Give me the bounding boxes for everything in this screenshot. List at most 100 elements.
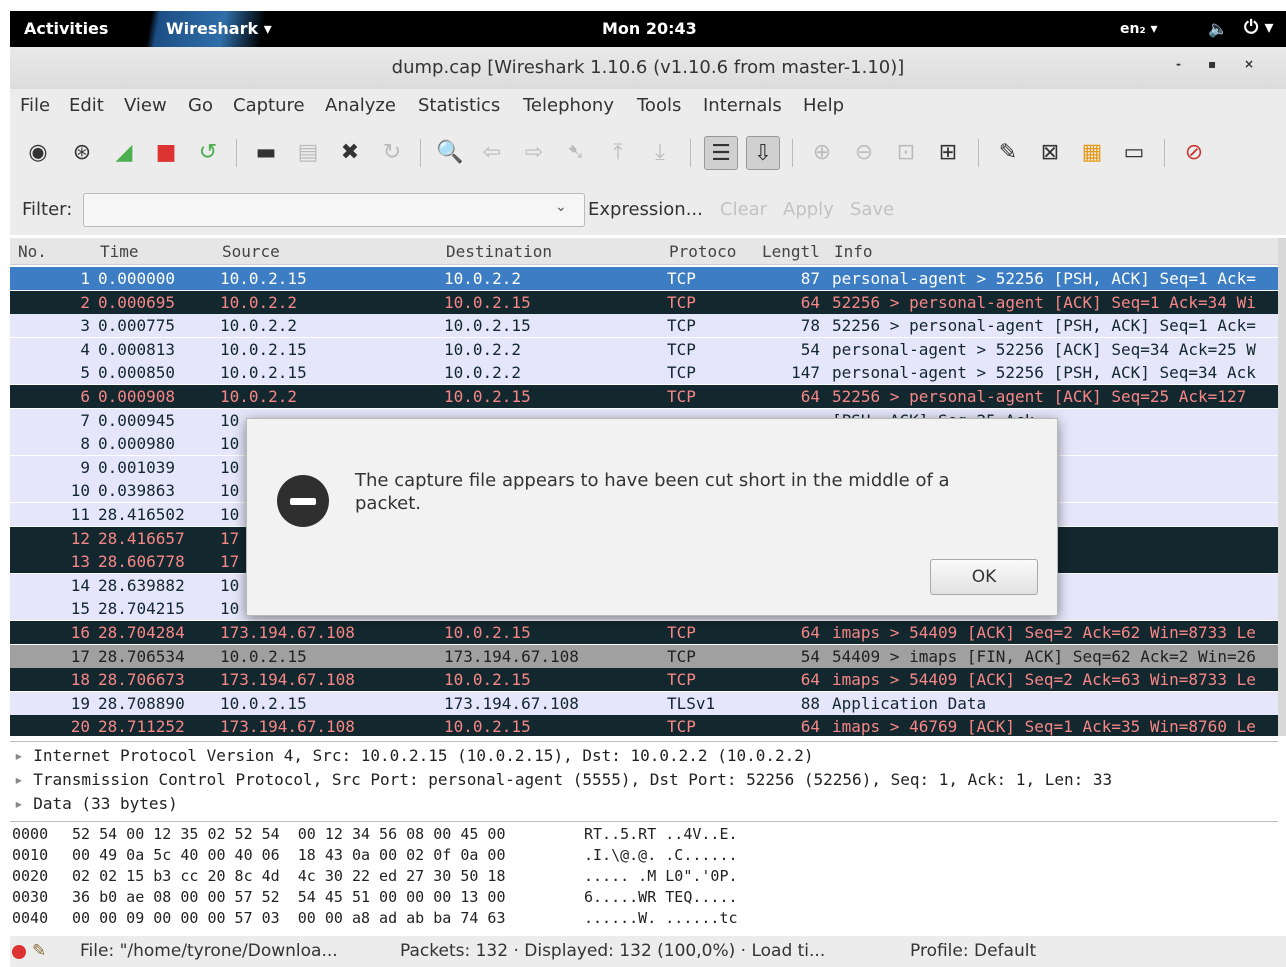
status-profile[interactable]: Profile: Default [910, 941, 1036, 961]
toolbar-separator [1164, 139, 1165, 167]
packet-row[interactable]: 4 0.000813 10.0.2.15 10.0.2.2 TCP 54 personal-… [10, 337, 1278, 361]
packet-row[interactable]: 18 28.706673 173.194.67.108 10.0.2.15 TCP 64 i… [10, 668, 1278, 692]
coloring-rules-icon[interactable]: ▦ [1076, 136, 1108, 168]
auto-scroll-icon[interactable]: ⇩ [746, 136, 780, 170]
go-forward-icon[interactable]: ⇨ [518, 136, 550, 168]
close-button[interactable]: × [1244, 57, 1254, 71]
zoom-in-icon[interactable]: ⊕ [806, 136, 838, 168]
packet-row[interactable]: 6 0.000908 10.0.2.2 10.0.2.15 TCP 64 52256 > p… [10, 385, 1278, 408]
hex-offset: 0020 [12, 867, 49, 885]
column-header-length[interactable]: Lengtl [762, 242, 820, 261]
app-menu-button[interactable]: Wireshark ▾ [144, 11, 274, 47]
packet-row[interactable]: 1 0.000000 10.0.2.15 10.0.2.2 TCP 87 personal-… [10, 267, 1278, 290]
column-header-protocol[interactable]: Protoco [669, 242, 736, 261]
resize-columns-icon[interactable]: ⊞ [932, 136, 964, 168]
hex-row[interactable]: 0020 02 02 15 b3 cc 20 8c 4d 4c 30 22 ed … [12, 867, 1272, 889]
expert-info-icon[interactable] [12, 945, 26, 959]
packet-row[interactable]: 5 0.000850 10.0.2.15 10.0.2.2 TCP 147 personal… [10, 361, 1278, 385]
close-file-icon[interactable]: ✖ [334, 136, 366, 168]
display-filters-icon[interactable]: ⊠ [1034, 136, 1066, 168]
help-icon[interactable]: ⊘ [1178, 136, 1210, 168]
packet-row[interactable]: 20 28.711252 173.194.67.108 10.0.2.15 TCP 64 i… [10, 715, 1278, 736]
save-file-icon[interactable]: ▤ [292, 136, 324, 168]
column-header-time[interactable]: Time [100, 242, 139, 261]
go-last-packet-icon[interactable]: ⤓ [644, 136, 676, 168]
clock[interactable]: Mon 20:43 [602, 19, 697, 38]
go-back-icon[interactable]: ⇦ [476, 136, 508, 168]
menu-tools[interactable]: Tools [637, 95, 681, 116]
menu-capture[interactable]: Capture [233, 95, 305, 116]
toolbar-separator [690, 139, 691, 167]
packet-bytes-pane[interactable]: 0000 52 54 00 12 35 02 52 54 00 12 34 56 … [10, 821, 1278, 934]
go-first-packet-icon[interactable]: ⤒ [602, 136, 634, 168]
menu-internals[interactable]: Internals [703, 95, 782, 116]
go-to-packet-icon[interactable]: ➷ [560, 136, 592, 168]
activities-button[interactable]: Activities [24, 19, 108, 38]
start-capture-icon[interactable]: ◢ [108, 136, 140, 168]
find-packet-icon[interactable]: 🔍 [434, 136, 466, 168]
column-header-info[interactable]: Info [834, 242, 873, 261]
menu-telephony[interactable]: Telephony [523, 95, 614, 116]
menu-analyze[interactable]: Analyze [325, 95, 396, 116]
maximize-button[interactable]: ▪ [1208, 57, 1216, 71]
power-icon[interactable]: ⏻ ▾ [1244, 17, 1274, 38]
volume-icon[interactable]: 🔈 [1208, 19, 1228, 38]
packet-details-pane[interactable]: ▸ Internet Protocol Version 4, Src: 10.0… [10, 741, 1278, 818]
packet-row[interactable]: 2 0.000695 10.0.2.2 10.0.2.15 TCP 64 52256 > p… [10, 290, 1278, 314]
cell-time: 0.039863 [98, 481, 176, 501]
packet-row[interactable]: 16 28.704284 173.194.67.108 10.0.2.15 TCP 64 i… [10, 621, 1278, 644]
cell-no: 17 [70, 646, 90, 666]
capture-options-icon[interactable]: ⊛ [66, 136, 98, 168]
cell-time: 28.416502 [98, 505, 185, 524]
menu-edit[interactable]: Edit [69, 95, 104, 116]
open-file-icon[interactable]: ▬ [250, 136, 282, 168]
column-header-destination[interactable]: Destination [446, 242, 552, 261]
capture-filters-icon[interactable]: ✎ [992, 136, 1024, 168]
hex-row[interactable]: 0030 36 b0 ae 08 00 00 57 52 54 45 51 00 … [12, 888, 1272, 910]
restart-capture-icon[interactable]: ↺ [192, 136, 224, 168]
chevron-down-icon[interactable]: ⌄ [555, 199, 567, 215]
colorize-icon[interactable]: ☰ [704, 136, 738, 170]
toolbar-separator [792, 139, 793, 167]
cell-src: 10.0.2.2 [220, 387, 298, 406]
hex-row[interactable]: 0000 52 54 00 12 35 02 52 54 00 12 34 56 … [12, 825, 1272, 847]
expand-arrow-icon[interactable]: ▸ [14, 746, 33, 765]
save-filter-button[interactable]: Save [850, 199, 894, 220]
hex-ascii: ......W. ......tc [584, 909, 738, 927]
hex-ascii: .I.\@.@. .C...... [584, 846, 738, 864]
packet-row[interactable]: 17 28.706534 10.0.2.15 173.194.67.108 TCP 54 5… [10, 644, 1278, 668]
reload-file-icon[interactable]: ↻ [376, 136, 408, 168]
hex-row[interactable]: 0010 00 49 0a 5c 40 00 40 06 18 43 0a 00 … [12, 846, 1272, 868]
minimize-button[interactable]: - [1176, 57, 1181, 71]
expand-arrow-icon[interactable]: ▸ [14, 794, 33, 813]
clear-button[interactable]: Clear [720, 199, 767, 220]
capture-comment-icon[interactable]: ✎ [32, 941, 46, 961]
menu-file[interactable]: File [20, 95, 50, 116]
app-menu-label: Wireshark ▾ [166, 19, 272, 38]
column-header-source[interactable]: Source [222, 242, 280, 261]
detail-row-ip[interactable]: ▸ Internet Protocol Version 4, Src: 10.0… [14, 746, 814, 765]
hex-row[interactable]: 0040 00 00 09 00 00 00 57 03 00 00 a8 ad … [12, 909, 1272, 931]
column-header-no[interactable]: No. [18, 242, 47, 261]
detail-row-data[interactable]: ▸ Data (33 bytes) [14, 794, 178, 813]
filter-input[interactable] [83, 193, 585, 227]
packet-list-scrollbar[interactable] [1278, 238, 1286, 736]
keyboard-layout-indicator[interactable]: en₂ ▾ [1120, 21, 1158, 37]
expression-button[interactable]: Expression... [588, 199, 703, 220]
apply-button[interactable]: Apply [783, 199, 834, 220]
expand-arrow-icon[interactable]: ▸ [14, 770, 33, 789]
stop-capture-icon[interactable]: ■ [150, 136, 182, 168]
menu-help[interactable]: Help [803, 95, 844, 116]
normal-size-icon[interactable]: ⊡ [890, 136, 922, 168]
preferences-icon[interactable]: ▭ [1118, 136, 1150, 168]
interfaces-icon[interactable]: ◉ [22, 136, 54, 168]
menu-statistics[interactable]: Statistics [418, 95, 500, 116]
detail-row-tcp[interactable]: ▸ Transmission Control Protocol, Src Por… [14, 770, 1112, 789]
packet-row[interactable]: 3 0.000775 10.0.2.2 10.0.2.15 TCP 78 52256 > p… [10, 314, 1278, 338]
ok-button[interactable]: OK [930, 559, 1038, 595]
zoom-out-icon[interactable]: ⊖ [848, 136, 880, 168]
cell-no: 9 [80, 457, 90, 477]
menu-view[interactable]: View [124, 95, 167, 116]
packet-row[interactable]: 19 28.708890 10.0.2.15 173.194.67.108 TLSv1 8… [10, 691, 1278, 715]
menu-go[interactable]: Go [188, 95, 213, 116]
